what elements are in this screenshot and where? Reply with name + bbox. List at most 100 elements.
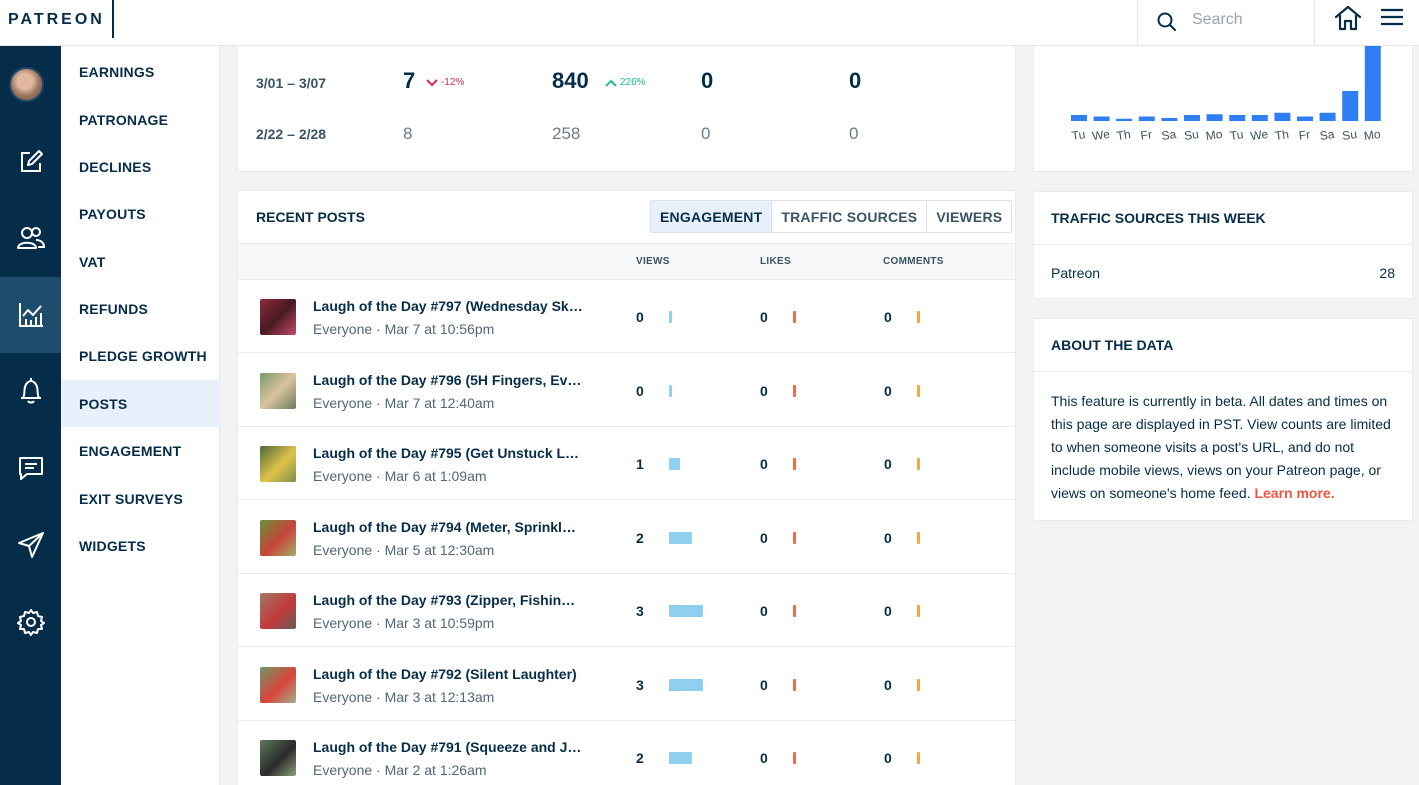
post-thumbnail[interactable] bbox=[260, 593, 296, 629]
chart-bar[interactable] bbox=[1161, 118, 1178, 121]
rail-analytics[interactable] bbox=[0, 277, 61, 353]
rail-notifications[interactable] bbox=[0, 353, 61, 429]
post-thumbnail[interactable] bbox=[260, 519, 296, 556]
post-title[interactable]: Laugh of the Day #793 (Zipper, Fishin… bbox=[313, 592, 603, 608]
learn-more-link[interactable]: Learn more. bbox=[1254, 485, 1334, 501]
chart-bar[interactable] bbox=[1229, 115, 1246, 121]
stats-row-label: 2/22 – 2/28 bbox=[256, 126, 327, 142]
post-views-count: 2 bbox=[636, 750, 644, 766]
comments-bar bbox=[917, 752, 920, 764]
post-thumbnail[interactable] bbox=[260, 372, 296, 409]
subnav-item-exit-surveys[interactable]: EXIT SURVEYS bbox=[61, 475, 220, 522]
post-thumbnail[interactable] bbox=[260, 446, 296, 482]
home-icon[interactable] bbox=[1333, 4, 1363, 32]
views-bar bbox=[669, 531, 692, 544]
column-header-views[interactable]: VIEWS bbox=[636, 256, 670, 267]
subnav-item-label: EARNINGS bbox=[79, 63, 155, 80]
subnav-item-label: EXIT SURVEYS bbox=[79, 490, 184, 507]
message-icon bbox=[18, 457, 43, 480]
chart-bar[interactable] bbox=[1251, 115, 1268, 121]
posts-tabs: ENGAGEMENT TRAFFIC SOURCES VIEWERS bbox=[650, 200, 1013, 233]
chart-bar[interactable] bbox=[1364, 46, 1381, 121]
post-meta: Everyone · Mar 3 at 12:13am bbox=[313, 688, 495, 705]
rail-send[interactable] bbox=[0, 507, 61, 583]
subnav-item-vat[interactable]: VAT bbox=[61, 238, 220, 285]
hamburger-menu-icon[interactable] bbox=[1379, 6, 1405, 28]
subnav-item-patronage[interactable]: PATRONAGE bbox=[61, 96, 220, 143]
post-comments-count: 0 bbox=[884, 382, 892, 399]
daily-views-bar-chart: Tu We Th Fr Sa Su Mo Tu We Th Fr Sa Su Mo bbox=[1071, 46, 1382, 143]
chart-x-tick-label: Fr bbox=[1298, 127, 1311, 142]
subnav-item-label: ENGAGEMENT bbox=[79, 442, 182, 459]
posts-column-header: VIEWS LIKES COMMENTS bbox=[238, 243, 1015, 280]
chart-bar[interactable] bbox=[1184, 115, 1200, 121]
post-row[interactable]: Laugh of the Day #791 (Squeeze and J… Eve… bbox=[238, 721, 1015, 785]
traffic-sources-card: TRAFFIC SOURCES THIS WEEK Patreon 28 bbox=[1033, 191, 1413, 299]
tab-viewers[interactable]: VIEWERS bbox=[927, 201, 1011, 232]
stats-row-label: 3/01 – 3/07 bbox=[256, 75, 327, 91]
rail-people[interactable] bbox=[0, 200, 61, 276]
chart-bar[interactable] bbox=[1071, 115, 1087, 121]
views-bar bbox=[669, 311, 672, 323]
traffic-sources-title: TRAFFIC SOURCES THIS WEEK bbox=[1051, 210, 1266, 226]
subnav-item-declines[interactable]: DECLINES bbox=[61, 143, 220, 190]
tab-traffic-sources[interactable]: TRAFFIC SOURCES bbox=[772, 201, 928, 232]
chart-x-tick-label: Sa bbox=[1161, 127, 1178, 143]
post-likes-count: 0 bbox=[760, 382, 768, 399]
chart-bar[interactable] bbox=[1274, 112, 1291, 121]
post-title[interactable]: Laugh of the Day #797 (Wednesday Sk… bbox=[313, 298, 603, 314]
chart-bar[interactable] bbox=[1116, 118, 1133, 121]
stat-value: 0 bbox=[701, 124, 711, 143]
chart-bar[interactable] bbox=[1093, 116, 1110, 122]
subnav-item-payouts[interactable]: PAYOUTS bbox=[61, 190, 220, 237]
search-box[interactable]: Search bbox=[1137, 0, 1315, 46]
chart-bar[interactable] bbox=[1319, 112, 1336, 121]
post-thumbnail[interactable] bbox=[260, 666, 296, 703]
analytics-chart-icon bbox=[18, 303, 43, 327]
tab-engagement[interactable]: ENGAGEMENT bbox=[651, 201, 773, 232]
chart-bar[interactable] bbox=[1342, 91, 1359, 121]
chart-bar[interactable] bbox=[1138, 116, 1155, 122]
recent-posts-title: RECENT POSTS bbox=[256, 209, 365, 225]
chart-bar[interactable] bbox=[1297, 116, 1313, 122]
post-title[interactable]: Laugh of the Day #792 (Silent Laughter) bbox=[313, 666, 603, 682]
column-header-likes[interactable]: LIKES bbox=[760, 256, 791, 267]
patreon-logo[interactable]: PATREON bbox=[8, 11, 105, 29]
send-icon bbox=[17, 532, 44, 558]
post-row[interactable]: Laugh of the Day #794 (Meter, Sprinkl… Ev… bbox=[238, 501, 1015, 574]
subnav-item-widgets[interactable]: WIDGETS bbox=[61, 522, 220, 569]
post-views-count: 0 bbox=[636, 382, 644, 399]
column-header-comments[interactable]: COMMENTS bbox=[883, 256, 944, 267]
post-title[interactable]: Laugh of the Day #791 (Squeeze and J… bbox=[313, 739, 603, 755]
top-bar: PATREON Search bbox=[0, 0, 1419, 46]
chart-bar[interactable] bbox=[1206, 114, 1223, 121]
rail-settings[interactable] bbox=[0, 584, 61, 660]
post-thumbnail[interactable] bbox=[260, 299, 296, 335]
subnav-item-posts[interactable]: POSTS bbox=[61, 380, 220, 427]
post-thumbnail[interactable] bbox=[260, 740, 296, 776]
subnav-item-engagement[interactable]: ENGAGEMENT bbox=[61, 427, 220, 474]
comments-bar bbox=[917, 384, 920, 397]
post-row[interactable]: Laugh of the Day #792 (Silent Laughter) E… bbox=[238, 648, 1015, 721]
views-bar bbox=[669, 605, 703, 617]
subnav-item-refunds[interactable]: REFUNDS bbox=[61, 285, 220, 332]
weekly-stats-card: 3/01 – 3/07 7 -12% 840 226% 0 0 2/22 – 2… bbox=[237, 46, 1016, 172]
post-title[interactable]: Laugh of the Day #795 (Get Unstuck L… bbox=[313, 445, 603, 461]
subnav-item-label: PAYOUTS bbox=[79, 205, 146, 222]
about-title: ABOUT THE DATA bbox=[1051, 337, 1174, 353]
post-title[interactable]: Laugh of the Day #794 (Meter, Sprinkl… bbox=[313, 519, 603, 535]
post-row[interactable]: Laugh of the Day #795 (Get Unstuck L… Eve… bbox=[238, 427, 1015, 500]
post-title[interactable]: Laugh of the Day #796 (5H Fingers, Ev… bbox=[313, 372, 603, 388]
post-comments-count: 0 bbox=[884, 309, 892, 325]
post-meta: Everyone · Mar 5 at 12:30am bbox=[313, 541, 495, 558]
pencil-edit-icon bbox=[20, 150, 43, 172]
subnav-item-earnings[interactable]: EARNINGS bbox=[61, 48, 220, 95]
rail-messages[interactable] bbox=[0, 430, 61, 506]
subnav-item-pledge-growth[interactable]: PLEDGE GROWTH bbox=[61, 332, 220, 379]
post-row[interactable]: Laugh of the Day #793 (Zipper, Fishin… Ev… bbox=[238, 574, 1015, 647]
comments-bar bbox=[917, 605, 920, 617]
rail-edit[interactable] bbox=[0, 124, 61, 200]
post-row[interactable]: Laugh of the Day #796 (5H Fingers, Ev… Ev… bbox=[238, 354, 1015, 427]
post-row[interactable]: Laugh of the Day #797 (Wednesday Sk… Ever… bbox=[238, 280, 1015, 353]
avatar[interactable] bbox=[9, 67, 44, 102]
